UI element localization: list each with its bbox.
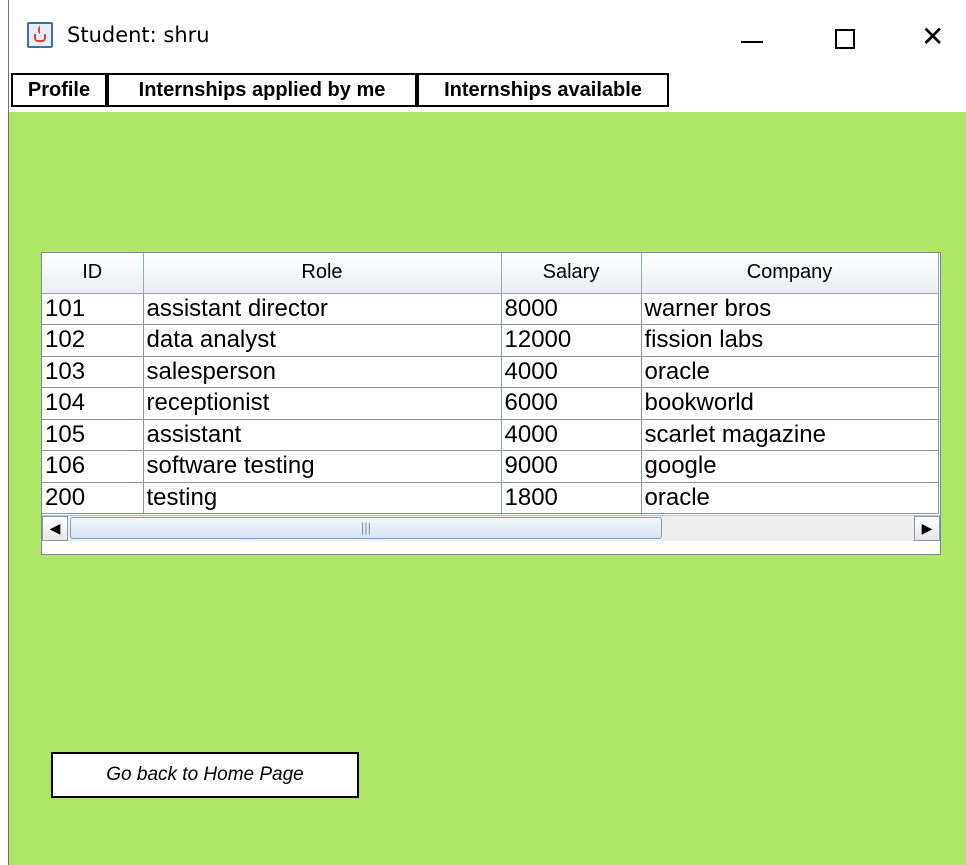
cell-id[interactable]: 200 (42, 482, 144, 514)
cell-company[interactable]: google (641, 450, 939, 483)
cell-role[interactable]: assistant director (143, 293, 502, 325)
table-row[interactable]: 102 data analyst 12000 fission labs (42, 324, 939, 357)
cell-salary[interactable]: 12000 (501, 324, 642, 357)
app-window: Student: shru ✕ Profile Internships appl… (8, 0, 966, 865)
cell-role[interactable]: software testing (143, 450, 502, 483)
tab-profile[interactable]: Profile (11, 73, 107, 107)
cell-id[interactable]: 104 (42, 387, 144, 420)
horizontal-scrollbar[interactable]: ◀ ||| ▶ (42, 515, 940, 541)
cell-id[interactable]: 101 (42, 293, 144, 325)
cell-company[interactable]: warner bros (641, 293, 939, 325)
window-title: Student: shru (67, 23, 210, 47)
table-header-row: ID Role Salary Company (42, 253, 939, 294)
table-row[interactable]: 104 receptionist 6000 bookworld (42, 387, 939, 420)
table-row[interactable]: 106 software testing 9000 google (42, 450, 939, 483)
cell-role[interactable]: assistant (143, 419, 502, 451)
close-button[interactable]: ✕ (905, 12, 965, 58)
table-row[interactable]: 105 assistant 4000 scarlet magazine (42, 419, 939, 451)
close-icon: ✕ (921, 20, 945, 53)
scroll-left-icon[interactable]: ◀ (42, 516, 68, 541)
table-row[interactable]: 101 assistant director 8000 warner bros (42, 293, 939, 325)
column-header-role[interactable]: Role (143, 253, 502, 294)
cell-salary[interactable]: 1800 (501, 482, 642, 514)
java-app-icon (27, 22, 53, 48)
tab-internships-applied[interactable]: Internships applied by me (107, 73, 417, 107)
tab-bar: Profile Internships applied by me Intern… (9, 70, 966, 112)
cell-id[interactable]: 102 (42, 324, 144, 357)
minimize-icon (741, 41, 763, 43)
column-header-salary[interactable]: Salary (501, 253, 642, 294)
tab-internships-available[interactable]: Internships available (417, 73, 669, 107)
internships-table: ID Role Salary Company 101 assistant dir… (41, 252, 941, 555)
cell-company[interactable]: bookworld (641, 387, 939, 420)
cell-company[interactable]: oracle (641, 482, 939, 514)
cell-salary[interactable]: 4000 (501, 419, 642, 451)
cell-company[interactable]: oracle (641, 356, 939, 388)
cell-id[interactable]: 105 (42, 419, 144, 451)
cell-company[interactable]: fission labs (641, 324, 939, 357)
column-header-id[interactable]: ID (42, 253, 144, 294)
cell-id[interactable]: 103 (42, 356, 144, 388)
title-bar[interactable]: Student: shru ✕ (9, 0, 966, 70)
cell-salary[interactable]: 4000 (501, 356, 642, 388)
go-back-home-button[interactable]: Go back to Home Page (51, 752, 359, 798)
maximize-icon (835, 29, 855, 49)
cell-role[interactable]: salesperson (143, 356, 502, 388)
scroll-right-icon[interactable]: ▶ (914, 516, 940, 541)
cell-salary[interactable]: 9000 (501, 450, 642, 483)
cell-role[interactable]: data analyst (143, 324, 502, 357)
scroll-thumb[interactable]: ||| (70, 517, 662, 539)
table-row[interactable]: 200 testing 1800 oracle (42, 482, 939, 514)
minimize-button[interactable] (721, 12, 781, 58)
cell-salary[interactable]: 8000 (501, 293, 642, 325)
cell-id[interactable]: 106 (42, 450, 144, 483)
column-header-company[interactable]: Company (641, 253, 939, 294)
cell-role[interactable]: testing (143, 482, 502, 514)
cell-role[interactable]: receptionist (143, 387, 502, 420)
cell-company[interactable]: scarlet magazine (641, 419, 939, 451)
cell-salary[interactable]: 6000 (501, 387, 642, 420)
maximize-button[interactable] (815, 12, 875, 58)
table-row[interactable]: 103 salesperson 4000 oracle (42, 356, 939, 388)
